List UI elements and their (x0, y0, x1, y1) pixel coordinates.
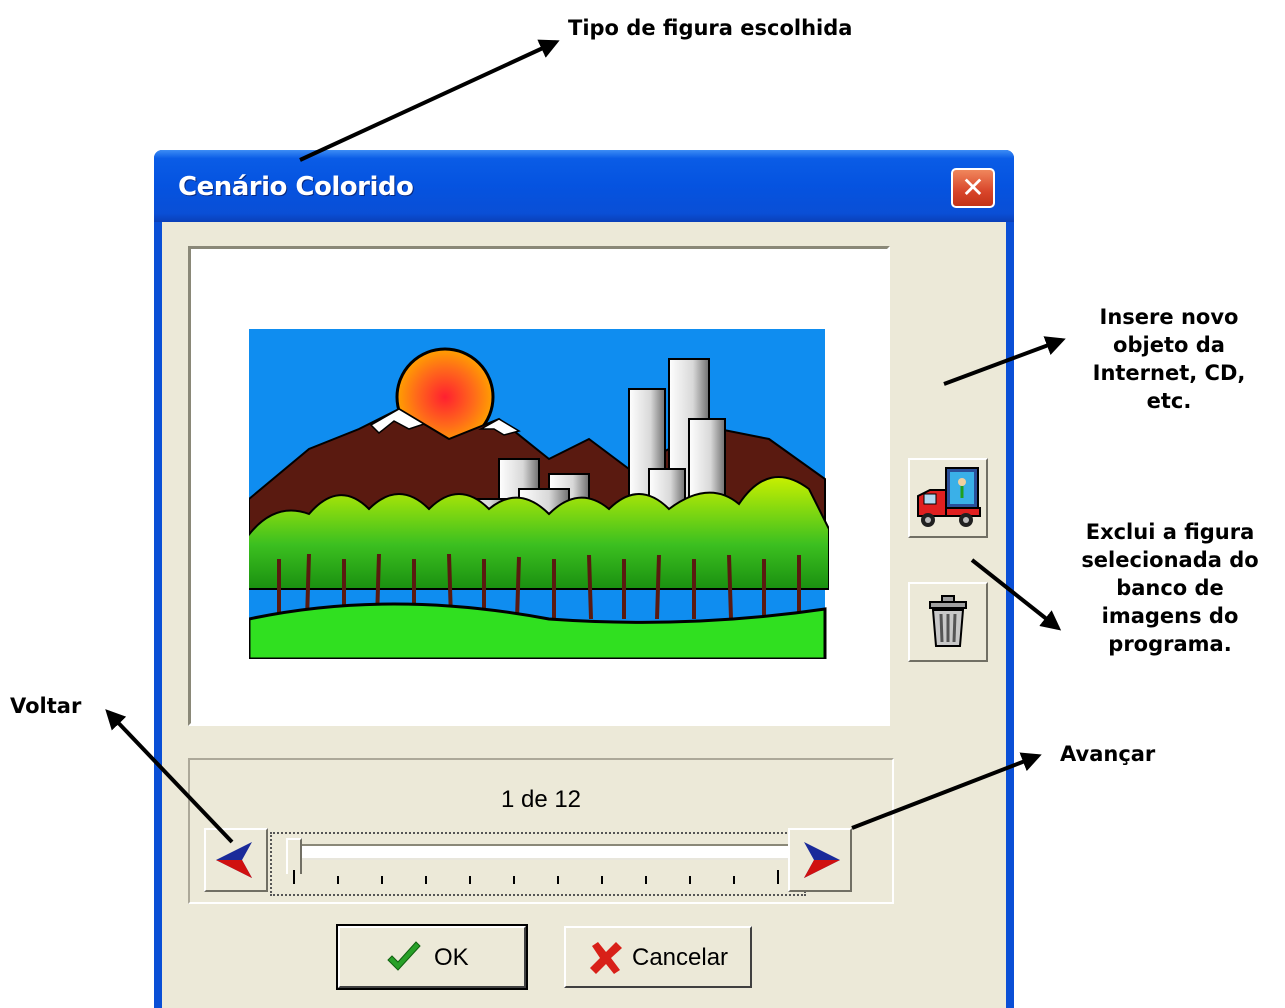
figure-slider[interactable] (270, 832, 806, 896)
next-button[interactable] (788, 828, 852, 892)
truck-icon (917, 467, 981, 527)
delete-figure-button[interactable] (908, 582, 988, 662)
checkmark-icon (387, 941, 421, 971)
annotation-forward: Avançar (1060, 742, 1156, 766)
previous-button[interactable] (204, 828, 268, 892)
figure-counter: 1 de 12 (500, 786, 582, 813)
annotation-line: selecionada do (1081, 548, 1259, 572)
annotation-line: etc. (1146, 389, 1192, 413)
annotation-line: objeto da (1113, 333, 1225, 357)
annotation-line: imagens do (1101, 604, 1239, 628)
ok-button[interactable]: OK (336, 924, 528, 990)
cross-icon (590, 942, 622, 974)
arrow-right-icon (804, 842, 840, 878)
annotation-line: Insere novo (1099, 305, 1239, 329)
arrow-left-icon (216, 842, 252, 878)
annotation-delete-figure: Exclui a figura selecionada do banco de … (1056, 518, 1284, 658)
cancel-button[interactable]: Cancelar (564, 926, 752, 988)
close-icon: ✕ (961, 171, 985, 204)
annotation-back: Voltar (10, 694, 82, 718)
annotation-insert-object: Insere novo objeto da Internet, CD, etc. (1066, 303, 1272, 415)
annotation-line: Exclui a figura (1085, 520, 1255, 544)
insert-object-button[interactable] (908, 458, 988, 538)
arrow-to-title (299, 39, 560, 162)
window-title: Cenário Colorido (178, 172, 414, 202)
title-bar[interactable]: Cenário Colorido ✕ (154, 150, 1014, 222)
annotation-line: Internet, CD, (1092, 361, 1246, 385)
cancel-label: Cancelar (632, 944, 729, 971)
dialog-window: Cenário Colorido ✕ 1 de 12 OK Cancelar (154, 150, 1014, 1008)
picture-preview (188, 246, 890, 726)
navigation-group: 1 de 12 (188, 758, 894, 904)
close-button[interactable]: ✕ (951, 168, 995, 208)
annotation-line: programa. (1108, 632, 1232, 656)
ok-label: OK (434, 944, 469, 971)
annotation-chosen-figure-type: Tipo de figura escolhida (568, 16, 853, 40)
dialog-client-area: 1 de 12 OK Cancelar (162, 222, 1006, 1008)
slider-ticks (293, 870, 779, 884)
annotation-line: banco de (1116, 576, 1224, 600)
colorful-scene-image (249, 329, 829, 659)
trash-can-icon (929, 595, 967, 647)
